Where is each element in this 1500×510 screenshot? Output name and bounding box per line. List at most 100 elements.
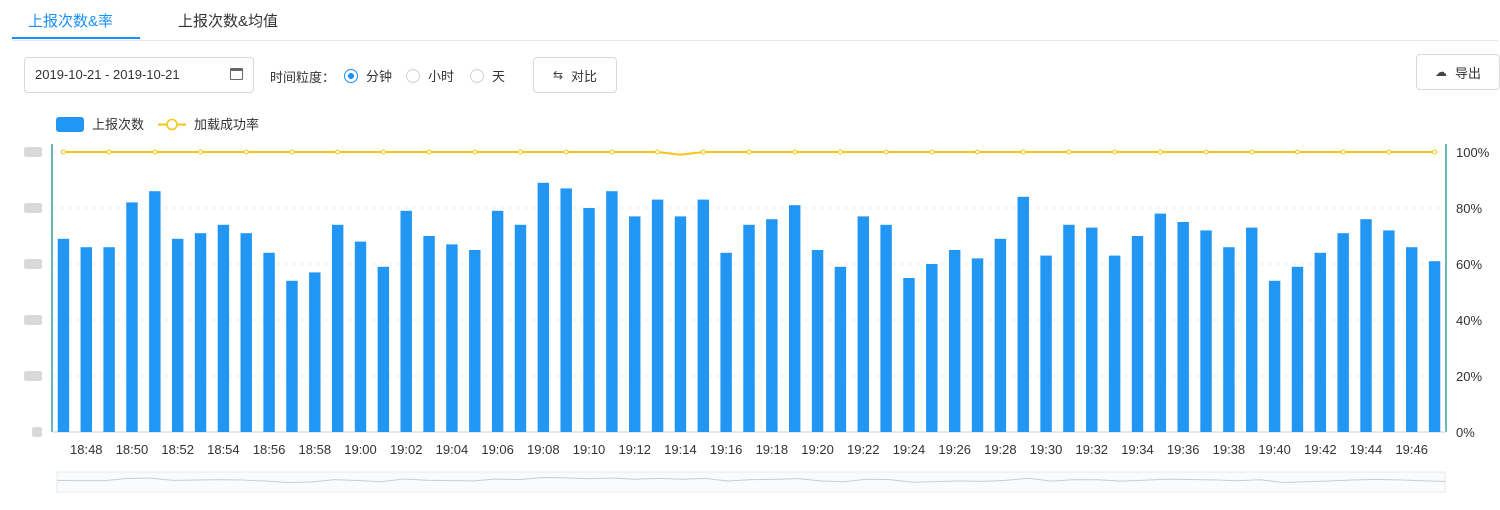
radio-day[interactable]: 天 [470,66,505,85]
bar [57,238,70,432]
success-rate-point [1203,149,1209,155]
success-rate-point [792,149,798,155]
bar [560,188,572,432]
bar [80,247,92,432]
bar [331,224,344,432]
bar [1131,236,1144,432]
success-rate-point [60,149,66,155]
success-rate-point [929,149,935,155]
x-tick-label: 19:42 [1304,442,1337,457]
bar [1154,213,1167,432]
swap-icon: ⇆ [552,68,564,82]
success-rate-point [1157,149,1163,155]
bar [1360,219,1372,432]
bar [171,238,184,432]
bar [377,266,390,432]
radio-checked-icon[interactable] [344,68,358,83]
bar [1040,255,1052,432]
date-range-value: 2019-10-21 - 2019-10-21 [35,67,180,82]
radio-unchecked-icon[interactable] [406,68,420,83]
bar [149,191,161,432]
bar [354,241,367,432]
x-tick-label: 19:12 [618,442,651,457]
date-range-picker[interactable]: 2019-10-21 - 2019-10-21 [24,57,254,93]
export-button-label: 导出 [1454,65,1481,81]
bar [469,250,481,432]
export-button[interactable]: ☁ 导出 [1416,54,1500,90]
success-rate-point [106,149,112,155]
x-tick-label: 19:38 [1213,442,1246,457]
tab-report-count-rate[interactable]: 上报次数&率 [28,10,113,31]
x-tick-label: 19:04 [436,442,469,457]
success-rate-point [563,149,569,155]
legend-label-success-rate: 加载成功率 [194,117,259,132]
x-tick-label: 19:06 [481,442,514,457]
bar [491,210,504,432]
bar [834,266,847,432]
x-tick-label: 18:58 [299,442,332,457]
success-rate-point [609,149,615,155]
success-rate-point [1066,149,1072,155]
radio-hour[interactable]: 小时 [406,66,454,85]
success-rate-point [1294,149,1300,155]
radio-unchecked-icon[interactable] [470,68,484,83]
x-tick-label: 19:46 [1395,442,1428,457]
bar [286,280,298,432]
radio-minute-label: 分钟 [366,69,393,84]
bar [263,252,275,432]
bar [720,252,732,432]
left-axis-blurred-label [24,203,42,213]
bar [994,238,1007,432]
right-axis-tick-label: 80% [1456,201,1482,216]
x-tick-label: 19:26 [938,442,971,457]
bar [126,202,138,432]
bar [583,208,595,432]
x-tick-label: 18:52 [161,442,194,457]
x-tick-label: 18:48 [70,442,103,457]
bar [240,233,252,432]
success-rate-point [1249,149,1255,155]
compare-button-label: 对比 [571,68,598,84]
right-axis-tick-label: 60% [1456,257,1482,272]
success-rate-point [655,149,661,155]
x-tick-label: 19:28 [984,442,1017,457]
x-tick-label: 19:34 [1121,442,1154,457]
compare-button[interactable]: ⇆ 对比 [533,57,617,93]
x-tick-label: 19:20 [801,442,834,457]
success-rate-point [1112,149,1118,155]
bar [1291,266,1304,432]
tab-report-count-average[interactable]: 上报次数&均值 [178,10,278,31]
x-tick-label: 19:30 [1030,442,1063,457]
success-rate-point [198,149,204,155]
left-axis-blurred-label [24,147,42,157]
x-tick-label: 19:00 [344,442,377,457]
x-tick-label: 19:14 [664,442,697,457]
left-axis-blurred-label [32,427,42,437]
bar [651,199,664,432]
right-axis-tick-label: 20% [1456,369,1482,384]
bar [903,278,915,432]
bar [1337,233,1349,432]
success-rate-point [426,149,432,155]
bar [309,272,321,432]
radio-minute[interactable]: 分钟 [344,66,392,85]
x-tick-label: 19:02 [390,442,423,457]
bar [217,224,230,432]
bar [400,210,412,432]
bar [1428,261,1441,432]
success-rate-point [1386,149,1392,155]
legend-label-report-count: 上报次数 [92,117,144,132]
success-rate-point [289,149,295,155]
success-rate-point [975,149,981,155]
bar [194,233,207,432]
granularity-label: 时间粒度： [270,70,336,85]
success-rate-point [883,149,889,155]
success-rate-point [517,149,523,155]
x-tick-label: 19:24 [893,442,926,457]
bar [948,250,961,432]
bar [1200,230,1212,432]
calendar-icon[interactable] [230,68,243,80]
left-axis-blurred-label [24,259,42,269]
bar [788,205,801,432]
bar [1223,247,1235,432]
